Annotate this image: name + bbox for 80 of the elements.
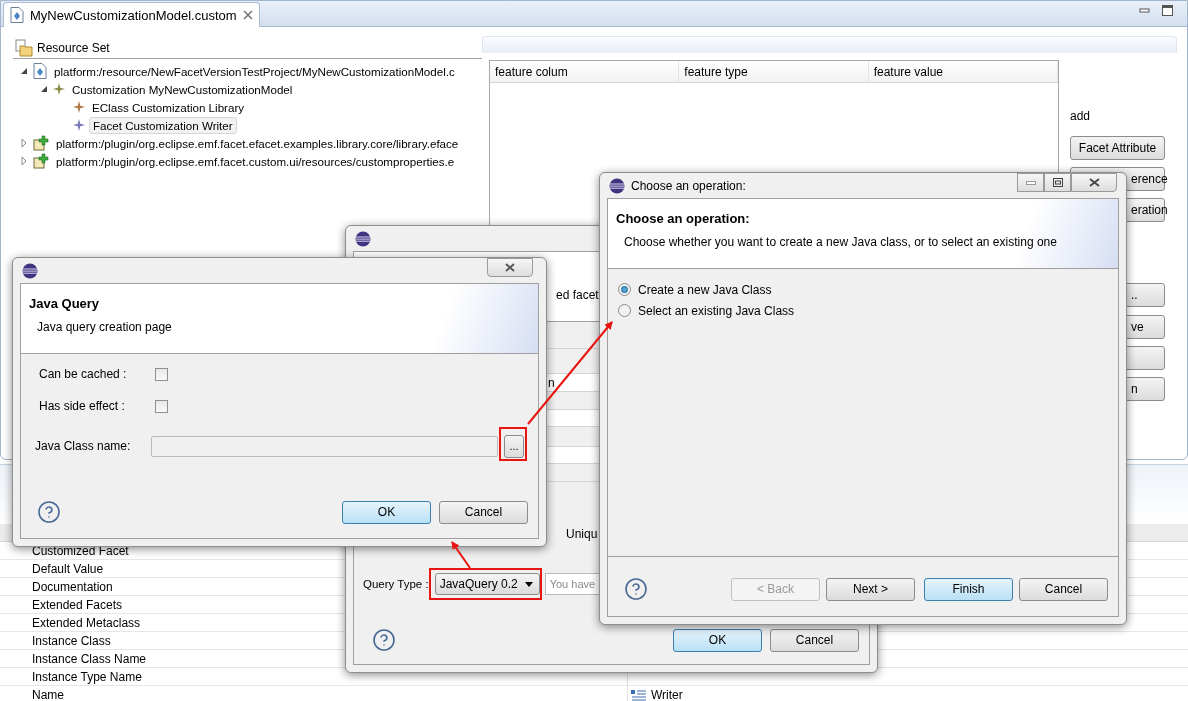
caret-icon: [524, 581, 533, 587]
browse-button[interactable]: ...: [504, 434, 524, 458]
property-name: Name: [32, 687, 64, 701]
page-title: Choose an operation:: [616, 211, 751, 226]
option-label: Can be cached :: [39, 367, 128, 381]
close-icon: [505, 263, 515, 272]
cancel-button[interactable]: Cancel: [439, 500, 528, 524]
editor-tab[interactable]: MyNewCustomizationModel.custom: [3, 2, 260, 27]
close-button[interactable]: [1071, 173, 1117, 192]
query-type-dropdown[interactable]: JavaQuery 0.2: [434, 573, 540, 595]
checkbox[interactable]: [155, 367, 168, 381]
list-icon: [631, 688, 647, 701]
property-name: Instance Type Name: [32, 669, 142, 684]
property-name: Documentation: [32, 579, 113, 594]
tree-item[interactable]: platform:/plugin/org.eclipse.emf.facet.efacet.examples.library.core/library.eface: [53, 135, 462, 151]
help-icon[interactable]: [37, 500, 61, 524]
minimize-icon: [1025, 180, 1036, 185]
tree-item[interactable]: EClass Customization Library: [89, 99, 248, 115]
eclipse-icon: [355, 230, 371, 247]
collapsed-arrow-icon[interactable]: [19, 138, 29, 148]
tree-item[interactable]: Customization MyNewCustomizationModel: [69, 81, 296, 97]
radio-option[interactable]: Select an existing Java Class: [608, 300, 1118, 321]
radio-option[interactable]: Create a new Java Class: [608, 279, 1118, 300]
property-name: Instance Class Name: [32, 651, 147, 666]
property-name: Extended Metaclass: [32, 615, 141, 630]
help-icon[interactable]: [372, 628, 396, 652]
tree-item[interactable]: platform:/resource/NewFacetVersionTestProject/MyNewCustomizationModel.c: [51, 63, 458, 79]
star-icon: [73, 101, 85, 113]
page-title: Java Query: [29, 296, 101, 311]
folder-icon: [15, 38, 33, 57]
wizard-button[interactable]: Cancel: [1019, 577, 1108, 601]
radio-button[interactable]: [618, 283, 631, 296]
expanded-arrow-icon[interactable]: [39, 84, 49, 94]
property-value: Writer: [651, 687, 683, 701]
window-title: Choose an operation:: [631, 178, 746, 193]
cancel-button[interactable]: Cancel: [770, 628, 859, 652]
checkbox[interactable]: [155, 399, 168, 413]
expanded-arrow-icon[interactable]: [19, 66, 29, 76]
page-description: Java query creation page: [36, 320, 173, 334]
property-name: Extended Facets: [32, 597, 123, 612]
ok-button[interactable]: OK: [342, 500, 431, 524]
file-icon: [10, 7, 24, 23]
close-icon[interactable]: [242, 10, 253, 20]
close-icon: [1088, 178, 1100, 187]
ok-button[interactable]: OK: [673, 628, 762, 652]
wizard-button[interactable]: Finish: [924, 577, 1013, 601]
banner-text: ed facet: [556, 288, 599, 302]
star-icon: [53, 83, 65, 95]
star-icon: [73, 119, 85, 131]
package-plus-icon: [33, 153, 49, 169]
package-plus-icon: [33, 135, 49, 151]
column-header[interactable]: feature type: [679, 61, 869, 82]
eclipse-icon: [609, 177, 625, 194]
tree-root-label: Resource Set: [37, 40, 110, 55]
property-name: Instance Class: [32, 633, 111, 648]
column-header[interactable]: feature colum: [490, 61, 680, 82]
tree-item[interactable]: platform:/plugin/org.eclipse.emf.facet.custom.ui/resources/customproperties.e: [53, 153, 458, 169]
highlight-frame: [499, 427, 527, 461]
class-name-field[interactable]: [151, 435, 498, 457]
restore-icon: [1052, 178, 1063, 187]
arrow: [451, 541, 471, 569]
radio-button[interactable]: [618, 304, 631, 317]
add-label: add: [1070, 109, 1092, 123]
tree-item[interactable]: Facet Customization Writer: [89, 116, 237, 134]
collapsed-arrow-icon[interactable]: [19, 156, 29, 166]
restore-button[interactable]: [1044, 173, 1071, 192]
wizard-button[interactable]: Next >: [826, 577, 915, 601]
query-type-label: Query Type :: [363, 578, 429, 590]
maximize-icon[interactable]: [1162, 4, 1173, 16]
column-header[interactable]: feature value: [868, 61, 1058, 82]
property-name: Default Value: [32, 561, 104, 576]
add-button[interactable]: Facet Attribute: [1070, 136, 1165, 160]
unique-label: Uniqu: [566, 527, 598, 541]
help-icon[interactable]: [624, 577, 648, 601]
class-name-label: Java Class name:: [35, 439, 132, 453]
close-button[interactable]: [487, 258, 533, 277]
eclipse-icon: [22, 262, 38, 279]
page-description: Choose whether you want to create a new Java class, or to select an existing one: [623, 235, 1058, 249]
option-label: Has side effect :: [39, 399, 126, 413]
file-icon: [33, 63, 47, 79]
